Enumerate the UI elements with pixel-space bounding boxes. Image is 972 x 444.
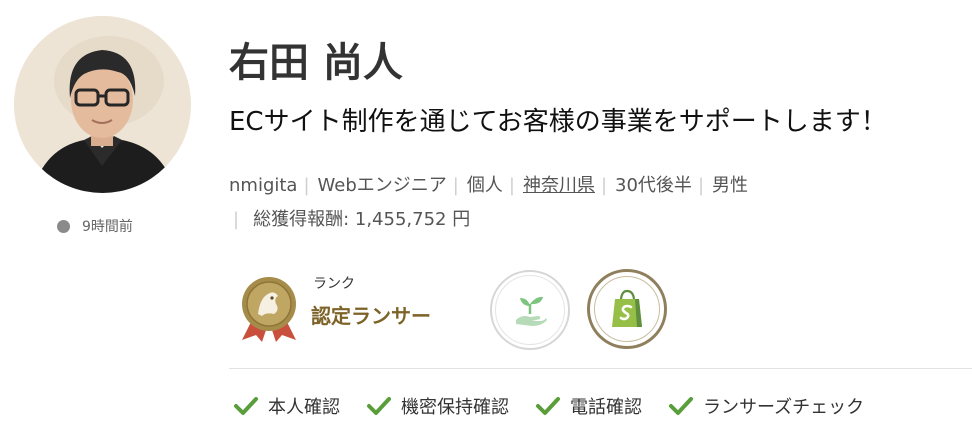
meta-separator: |	[508, 175, 515, 196]
shopify-badge[interactable]	[587, 269, 667, 349]
meta-separator: |	[303, 175, 310, 196]
rank-medal-icon	[238, 276, 300, 342]
profile-meta-earnings: | 総獲得報酬: 1,455,752 円	[233, 204, 470, 236]
rank-caption: ランク	[313, 276, 355, 292]
meta-gender: 男性	[712, 175, 749, 196]
meta-separator: |	[452, 175, 459, 196]
sprout-hand-icon	[516, 296, 547, 326]
verification-list: 本人確認 機密保持確認 電話確認 ランサーズチェック	[233, 393, 864, 419]
verification-item: ランサーズチェック	[668, 393, 864, 419]
meta-type: 個人	[466, 175, 503, 196]
profile-name: 右田 尚人	[229, 40, 403, 86]
check-icon	[234, 397, 258, 415]
last-active-status: 9時間前	[57, 215, 133, 237]
verification-item: 本人確認	[233, 393, 340, 419]
meta-age: 30代後半	[615, 175, 692, 196]
verification-label: 機密保持確認	[401, 397, 509, 418]
meta-separator: |	[233, 209, 240, 230]
meta-job: Webエンジニア	[317, 175, 447, 196]
profile-avatar	[14, 16, 191, 193]
sprout-badge[interactable]	[490, 270, 570, 350]
meta-separator: |	[600, 175, 608, 196]
section-divider	[229, 368, 972, 369]
profile-tagline: ECサイト制作を通じてお客様の事業をサポートします！	[229, 107, 887, 137]
meta-username: nmigita	[229, 175, 298, 196]
shopify-bag-icon	[612, 289, 642, 327]
check-icon	[367, 397, 391, 415]
meta-separator: |	[697, 175, 705, 196]
profile-meta: nmigita | Webエンジニア | 個人 | 神奈川県 | 30代後半 | 男性	[229, 170, 748, 202]
verification-label: 本人確認	[268, 397, 340, 418]
check-icon	[669, 397, 693, 415]
verification-item: 機密保持確認	[366, 393, 509, 419]
meta-earnings: 総獲得報酬: 1,455,752 円	[253, 209, 471, 230]
check-icon	[536, 397, 560, 415]
last-active-text: 9時間前	[82, 219, 133, 235]
verification-label: 電話確認	[570, 397, 642, 418]
meta-location-link[interactable]: 神奈川県	[523, 175, 595, 196]
status-dot-icon	[57, 219, 70, 233]
verification-item: 電話確認	[535, 393, 642, 419]
rank-value: 認定ランサー	[311, 304, 431, 328]
verification-label: ランサーズチェック	[703, 397, 865, 418]
